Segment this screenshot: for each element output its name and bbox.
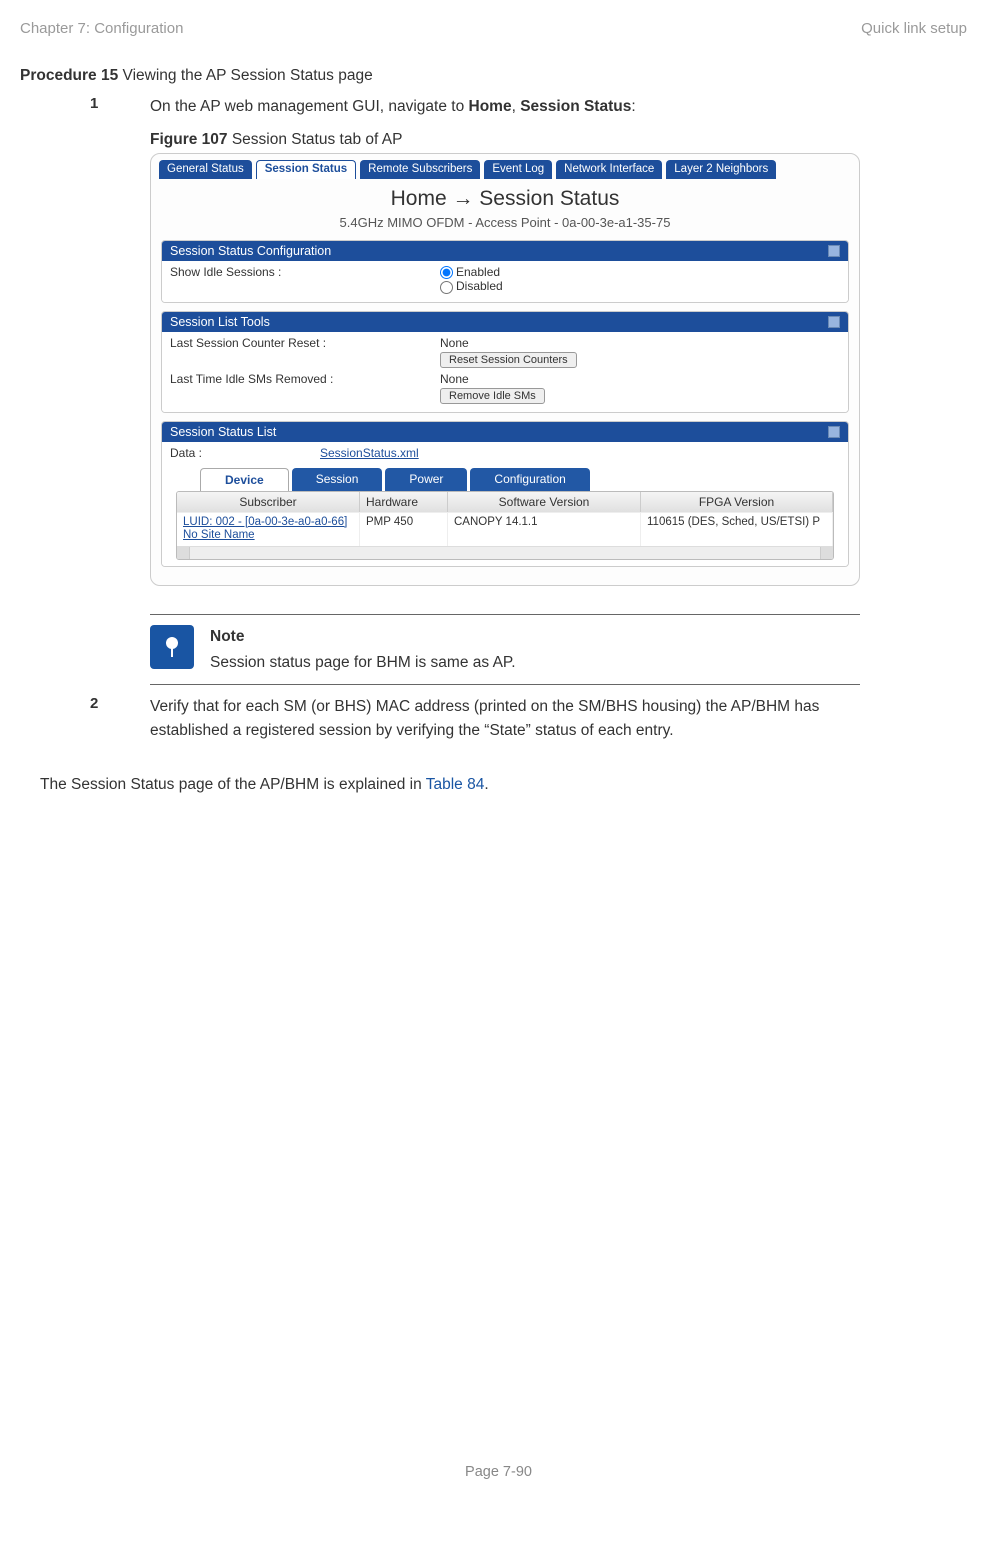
radio-disabled[interactable]	[440, 281, 453, 294]
horizontal-scrollbar[interactable]	[177, 546, 833, 559]
inner-tab-device[interactable]: Device	[200, 468, 289, 491]
text: The Session Status page of the AP/BHM is…	[40, 776, 426, 793]
session-status-xml-link[interactable]: SessionStatus.xml	[320, 446, 419, 460]
fpga-value: 110615 (DES, Sched, US/ETSI) P	[641, 512, 833, 547]
header-left: Chapter 7: Configuration	[20, 20, 183, 37]
note-body: Session status page for BHM is same as A…	[210, 654, 516, 671]
step-2: 2 Verify that for each SM (or BHS) MAC a…	[90, 695, 967, 743]
session-table: Subscriber Hardware Software Version FPG…	[176, 491, 834, 561]
note-icon	[150, 625, 194, 669]
tab-remote-subscribers[interactable]: Remote Subscribers	[360, 160, 480, 179]
col-hardware[interactable]: Hardware	[360, 492, 448, 512]
step-body: Verify that for each SM (or BHS) MAC add…	[150, 695, 880, 743]
text: Enabled	[456, 265, 500, 279]
col-fpga[interactable]: FPGA Version	[641, 492, 833, 512]
note-text: Note Session status page for BHM is same…	[210, 625, 516, 674]
tab-network-interface[interactable]: Network Interface	[556, 160, 662, 179]
inner-tab-configuration[interactable]: Configuration	[470, 468, 589, 491]
reset-counters-button[interactable]: Reset Session Counters	[440, 352, 577, 368]
last-idle-value: None	[440, 372, 840, 386]
collapse-icon[interactable]	[828, 316, 840, 328]
col-software[interactable]: Software Version	[448, 492, 641, 512]
text: No Site Name	[183, 529, 255, 541]
hardware-value: PMP 450	[360, 512, 448, 547]
text: :	[631, 98, 635, 115]
body-paragraph: The Session Status page of the AP/BHM is…	[40, 773, 967, 796]
last-reset-value: None	[440, 336, 840, 350]
gui-title: Home → Session Status	[155, 187, 855, 211]
text: Disabled	[456, 279, 503, 293]
software-value: CANOPY 14.1.1	[448, 512, 641, 547]
note-title: Note	[210, 625, 516, 648]
table-84-link[interactable]: Table 84	[426, 776, 485, 793]
form-row: Last Time Idle SMs Removed : None Remove…	[170, 370, 840, 406]
text: .	[484, 776, 488, 793]
procedure-title: Procedure 15 Viewing the AP Session Stat…	[20, 67, 967, 85]
tab-layer2-neighbors[interactable]: Layer 2 Neighbors	[666, 160, 776, 179]
panel-session-tools: Session List Tools Last Session Counter …	[161, 311, 849, 413]
tab-event-log[interactable]: Event Log	[484, 160, 552, 179]
gui-subtitle: 5.4GHz MIMO OFDM - Access Point - 0a-00-…	[155, 215, 855, 230]
form-row: Show Idle Sessions : Enabled Disabled	[170, 263, 840, 296]
last-reset-label: Last Session Counter Reset :	[170, 336, 440, 350]
step-number: 2	[90, 695, 150, 743]
panel-title: Session List Tools	[170, 315, 270, 329]
inner-tab-session[interactable]: Session	[292, 468, 383, 491]
procedure-label: Procedure 15	[20, 67, 118, 84]
text: On the AP web management GUI, navigate t…	[150, 98, 469, 115]
last-idle-label: Last Time Idle SMs Removed :	[170, 372, 440, 386]
panel-head: Session Status List	[162, 422, 848, 442]
radio-disabled-label[interactable]: Disabled	[440, 279, 840, 293]
remove-idle-button[interactable]: Remove Idle SMs	[440, 388, 545, 404]
text: ,	[512, 98, 521, 115]
nav-session-status: Session Status	[520, 98, 631, 115]
collapse-icon[interactable]	[828, 245, 840, 257]
figure-label: Figure 107	[150, 131, 228, 148]
data-label: Data :	[170, 446, 320, 460]
page-header: Chapter 7: Configuration Quick link setu…	[20, 20, 967, 37]
page-footer: Page 7-90	[0, 1464, 997, 1480]
inner-tab-power[interactable]: Power	[385, 468, 467, 491]
header-right: Quick link setup	[861, 20, 967, 37]
table-header: Subscriber Hardware Software Version FPG…	[177, 492, 833, 512]
panel-head: Session List Tools	[162, 312, 848, 332]
step-body: On the AP web management GUI, navigate t…	[150, 95, 636, 119]
panel-title: Session Status List	[170, 425, 276, 439]
text: LUID: 002 - [0a-00-3e-a0-a0-66]	[183, 516, 347, 528]
inner-tabs: Device Session Power Configuration	[200, 468, 840, 491]
col-subscriber[interactable]: Subscriber	[177, 492, 360, 512]
figure-title: Session Status tab of AP	[228, 131, 403, 148]
panel-session-list: Session Status List Data : SessionStatus…	[161, 421, 849, 568]
step-number: 1	[90, 95, 150, 119]
nav-home: Home	[469, 98, 512, 115]
figure-caption: Figure 107 Session Status tab of AP	[150, 131, 967, 149]
form-row: Data : SessionStatus.xml	[170, 444, 840, 462]
panel-session-config: Session Status Configuration Show Idle S…	[161, 240, 849, 303]
pin-icon	[160, 635, 184, 659]
procedure-name: Viewing the AP Session Status page	[118, 67, 373, 84]
radio-enabled[interactable]	[440, 266, 453, 279]
panel-title: Session Status Configuration	[170, 244, 331, 258]
show-idle-label: Show Idle Sessions :	[170, 265, 440, 279]
form-row: Last Session Counter Reset : None Reset …	[170, 334, 840, 370]
tab-session-status[interactable]: Session Status	[256, 160, 356, 179]
radio-enabled-label[interactable]: Enabled	[440, 265, 840, 279]
table-row: LUID: 002 - [0a-00-3e-a0-a0-66] No Site …	[177, 512, 833, 547]
subscriber-link[interactable]: LUID: 002 - [0a-00-3e-a0-a0-66] No Site …	[177, 512, 360, 547]
note-block: Note Session status page for BHM is same…	[150, 614, 860, 685]
gui-window: General Status Session Status Remote Sub…	[150, 153, 860, 586]
tab-general-status[interactable]: General Status	[159, 160, 252, 179]
panel-head: Session Status Configuration	[162, 241, 848, 261]
step-1: 1 On the AP web management GUI, navigate…	[90, 95, 967, 119]
collapse-icon[interactable]	[828, 426, 840, 438]
tab-row: General Status Session Status Remote Sub…	[155, 160, 855, 179]
